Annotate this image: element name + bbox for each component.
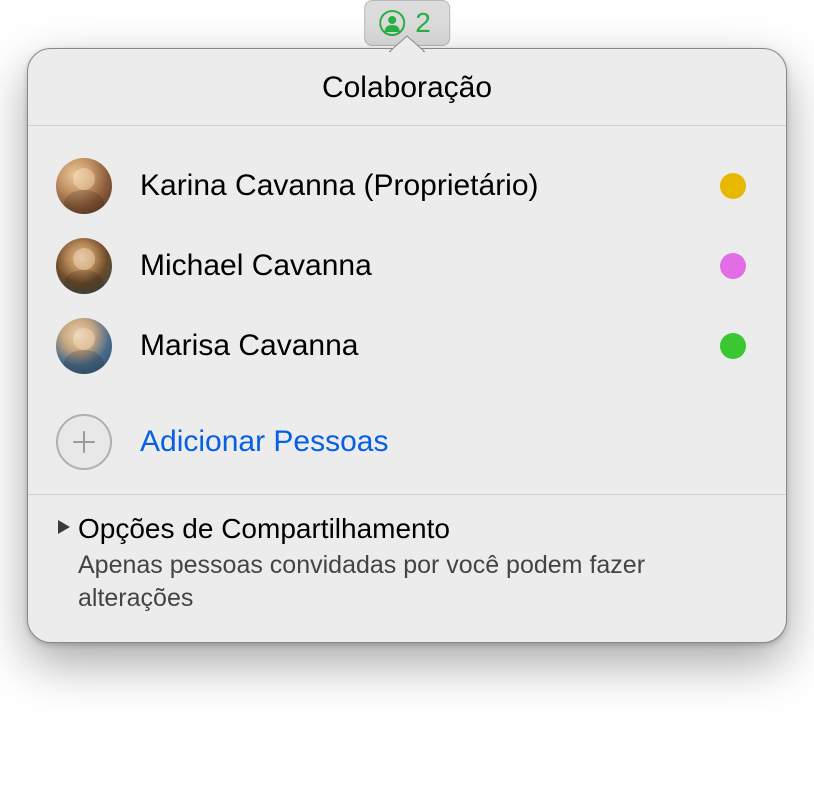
participants-list: Karina Cavanna (Proprietário) Michael Ca… [28,126,786,394]
participant-name: Michael Cavanna [140,249,720,283]
share-options-text: Opções de Compartilhamento Apenas pessoa… [78,511,758,614]
avatar [56,318,112,374]
participant-row[interactable]: Marisa Cavanna [56,306,758,386]
share-options-subtitle: Apenas pessoas convidadas por você podem… [78,549,758,614]
disclosure-triangle-icon [56,518,72,541]
participant-name: Karina Cavanna (Proprietário) [140,169,720,203]
avatar [56,158,112,214]
collaboration-popover: Colaboração Karina Cavanna (Proprietário… [27,48,787,643]
popover-header: Colaboração [28,49,786,126]
status-dot [720,333,746,359]
plus-icon [56,414,112,470]
participant-row[interactable]: Karina Cavanna (Proprietário) [56,146,758,226]
status-dot [720,173,746,199]
status-dot [720,253,746,279]
person-icon [379,10,405,36]
participant-row[interactable]: Michael Cavanna [56,226,758,306]
popover-title: Colaboração [28,71,786,105]
share-options-title: Opções de Compartilhamento [78,511,758,547]
popover-arrow [389,34,425,57]
add-people-button[interactable]: Adicionar Pessoas [28,394,786,494]
share-options-row[interactable]: Opções de Compartilhamento Apenas pessoa… [28,494,786,642]
participant-name: Marisa Cavanna [140,329,720,363]
avatar [56,238,112,294]
add-people-label: Adicionar Pessoas [140,425,388,459]
